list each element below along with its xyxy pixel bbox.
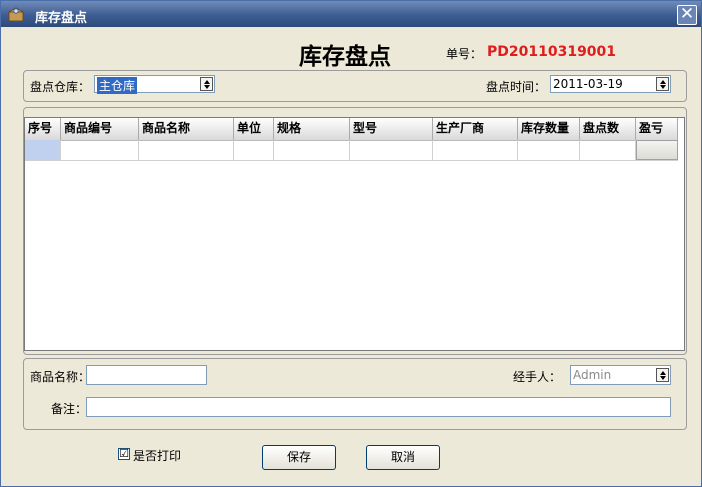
- handler-label: 经手人：: [513, 370, 562, 384]
- table-cell[interactable]: [433, 140, 518, 160]
- col-header[interactable]: 型号: [350, 118, 433, 140]
- note-input[interactable]: [86, 397, 671, 417]
- page-title: 库存盘点: [299, 43, 391, 70]
- close-icon[interactable]: ✕: [677, 5, 697, 25]
- inventory-date-picker[interactable]: 2011-03-19: [550, 75, 671, 93]
- cancel-button[interactable]: 取消: [366, 445, 440, 470]
- chevron-updown-icon[interactable]: [656, 77, 669, 91]
- product-name-input[interactable]: [86, 365, 207, 385]
- warehouse-label: 盘点仓库：: [30, 80, 91, 94]
- handler-value: Admin: [573, 368, 612, 382]
- order-number-value: PD20110319001: [487, 44, 617, 60]
- table-cell[interactable]: [350, 140, 433, 160]
- handler-select[interactable]: Admin: [570, 365, 671, 385]
- inventory-window: 库存盘点 ✕ 库存盘点 单号： PD20110319001 盘点仓库： 主仓库 …: [0, 0, 702, 487]
- table-cell[interactable]: [139, 140, 234, 160]
- inventory-date-value: 2011-03-19: [553, 77, 623, 91]
- table-cell[interactable]: [234, 140, 274, 160]
- table-cell[interactable]: [61, 140, 139, 160]
- col-header[interactable]: 单位: [234, 118, 274, 140]
- titlebar: 库存盘点 ✕: [1, 1, 701, 27]
- table-cell[interactable]: [518, 140, 580, 160]
- table-cell[interactable]: [636, 140, 678, 160]
- col-header[interactable]: 规格: [274, 118, 350, 140]
- order-number-label: 单号：: [446, 47, 483, 61]
- chevron-updown-icon[interactable]: [656, 368, 669, 382]
- col-header[interactable]: 商品编号: [61, 118, 139, 140]
- col-header[interactable]: 盈亏: [636, 118, 678, 140]
- col-header[interactable]: 库存数量: [518, 118, 580, 140]
- inventory-time-label: 盘点时间：: [486, 80, 547, 94]
- warehouse-value: 主仓库: [97, 77, 138, 94]
- grid-header: 序号 商品编号 商品名称 单位 规格 型号 生产厂商 库存数量 盘点数 盈亏: [25, 118, 678, 141]
- window-title: 库存盘点: [35, 11, 88, 26]
- col-header[interactable]: 生产厂商: [433, 118, 518, 140]
- chevron-updown-icon[interactable]: [200, 77, 213, 91]
- print-option-label[interactable]: 是否打印: [133, 447, 181, 464]
- col-header[interactable]: 序号: [25, 118, 61, 140]
- checkbox-checked-icon[interactable]: ☑: [118, 448, 130, 460]
- app-icon: [7, 7, 25, 22]
- warehouse-select[interactable]: 主仓库: [94, 75, 215, 94]
- inventory-grid[interactable]: 序号 商品编号 商品名称 单位 规格 型号 生产厂商 库存数量 盘点数 盈亏: [24, 117, 685, 351]
- save-button[interactable]: 保存: [262, 445, 336, 470]
- table-cell[interactable]: [580, 140, 636, 160]
- table-row[interactable]: [25, 140, 678, 161]
- col-header[interactable]: 商品名称: [139, 118, 234, 140]
- table-cell[interactable]: [274, 140, 350, 160]
- product-name-label: 商品名称：: [30, 370, 91, 384]
- table-cell[interactable]: [25, 140, 61, 160]
- note-label: 备注：: [51, 402, 88, 416]
- col-header[interactable]: 盘点数: [580, 118, 636, 140]
